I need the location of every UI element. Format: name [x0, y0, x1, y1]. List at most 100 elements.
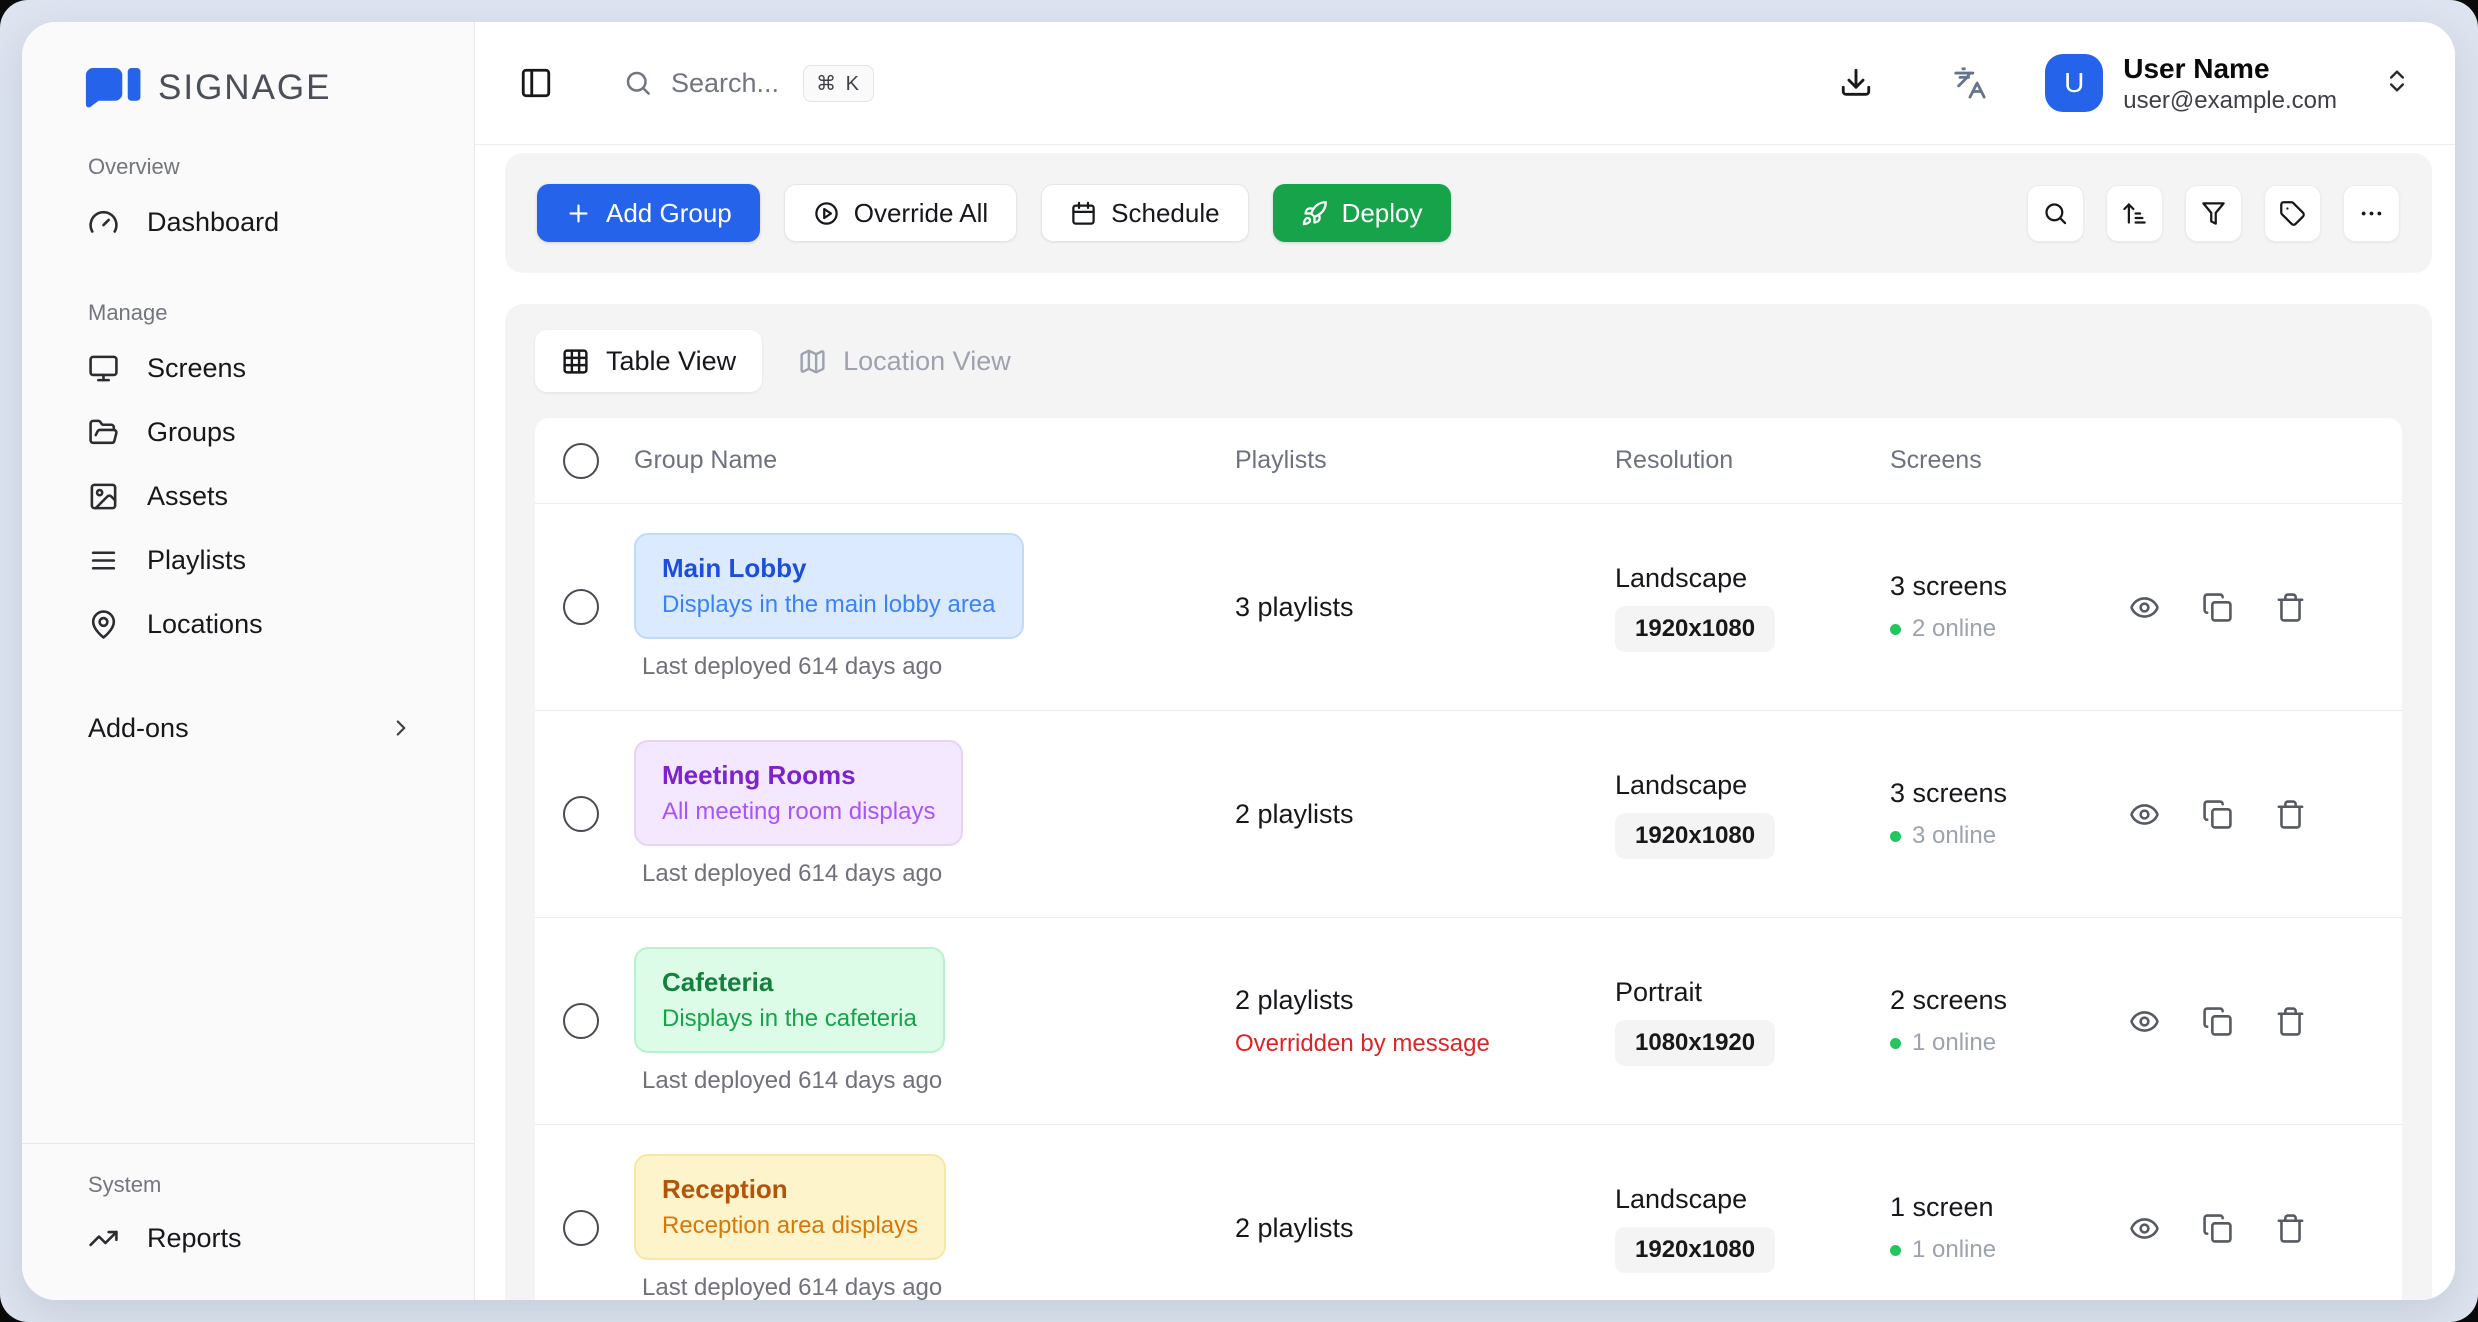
- top-header: Search... ⌘ K U User Name user@example.c…: [475, 22, 2455, 145]
- sidebar-item-groups[interactable]: Groups: [52, 400, 444, 464]
- tag-icon: [2279, 200, 2306, 227]
- resolution-badge: 1080x1920: [1615, 1020, 1775, 1066]
- online-count: 1 online: [1912, 1236, 1996, 1264]
- trending-up-icon: [88, 1223, 119, 1254]
- map-pin-icon: [88, 609, 119, 640]
- group-name-card[interactable]: Main Lobby Displays in the main lobby ar…: [634, 533, 1024, 639]
- group-name-card[interactable]: Reception Reception area displays: [634, 1154, 946, 1260]
- override-all-button[interactable]: Override All: [784, 184, 1017, 242]
- screens-count: 2 screens: [1890, 985, 2125, 1016]
- online-count: 1 online: [1912, 1029, 1996, 1057]
- group-name: Cafeteria: [662, 967, 917, 998]
- view-button[interactable]: [2129, 1213, 2160, 1244]
- delete-button[interactable]: [2275, 1006, 2306, 1037]
- brand-logo: SIGNAGE: [22, 22, 474, 108]
- sidebar-item-assets[interactable]: Assets: [52, 464, 444, 528]
- screens-count: 3 screens: [1890, 571, 2125, 602]
- sidebar-item-addons[interactable]: Add-ons: [52, 696, 444, 760]
- delete-button[interactable]: [2275, 592, 2306, 623]
- group-name-card[interactable]: Cafeteria Displays in the cafeteria: [634, 947, 945, 1053]
- row-actions: [2125, 1213, 2402, 1244]
- language-button[interactable]: [1953, 66, 1987, 100]
- duplicate-button[interactable]: [2202, 1213, 2233, 1244]
- map-icon: [798, 347, 827, 376]
- toolbar-right-icons: [2027, 185, 2400, 242]
- row-actions: [2125, 1006, 2402, 1037]
- deploy-button[interactable]: Deploy: [1273, 184, 1451, 242]
- duplicate-button[interactable]: [2202, 1006, 2233, 1037]
- sidebar-toggle-button[interactable]: [519, 66, 553, 100]
- column-header-group-name: Group Name: [630, 446, 1235, 475]
- delete-button[interactable]: [2275, 1213, 2306, 1244]
- sidebar: SIGNAGE Overview Dashboard Manage Screen…: [22, 22, 475, 1300]
- view-tabs: Table View Location View: [535, 330, 2402, 392]
- section-label-system: System: [88, 1172, 474, 1198]
- online-dot: [1890, 1038, 1901, 1049]
- last-deployed-text: Last deployed 614 days ago: [642, 860, 1235, 888]
- calendar-icon: [1070, 200, 1097, 227]
- delete-button[interactable]: [2275, 799, 2306, 830]
- trash-icon: [2275, 592, 2306, 623]
- table-search-button[interactable]: [2027, 185, 2084, 242]
- online-count: 2 online: [1912, 615, 1996, 643]
- download-icon: [1839, 66, 1873, 100]
- tag-button[interactable]: [2264, 185, 2321, 242]
- table-header-row: Group Name Playlists Resolution Screens: [535, 418, 2402, 504]
- filter-button[interactable]: [2185, 185, 2242, 242]
- sort-button[interactable]: [2106, 185, 2163, 242]
- eye-icon: [2129, 1213, 2160, 1244]
- image-icon: [88, 481, 119, 512]
- sidebar-item-locations[interactable]: Locations: [52, 592, 444, 656]
- languages-icon: [1953, 66, 1987, 100]
- pi-logo-icon: [84, 68, 146, 108]
- play-circle-icon: [813, 200, 840, 227]
- search-placeholder: Search...: [671, 68, 779, 99]
- online-count: 3 online: [1912, 822, 1996, 850]
- orientation: Landscape: [1615, 1184, 1890, 1215]
- more-button[interactable]: [2343, 185, 2400, 242]
- row-checkbox[interactable]: [563, 1210, 599, 1246]
- group-toolbar: Add Group Override All Schedule Deploy: [505, 153, 2432, 273]
- group-name: Meeting Rooms: [662, 760, 935, 791]
- tab-location-view[interactable]: Location View: [772, 330, 1037, 392]
- addons-label: Add-ons: [88, 713, 189, 744]
- search-input[interactable]: Search... ⌘ K: [623, 65, 874, 102]
- resolution-badge: 1920x1080: [1615, 606, 1775, 652]
- search-icon: [2042, 200, 2069, 227]
- sidebar-system-nav: Reports: [22, 1206, 474, 1270]
- table-icon: [561, 347, 590, 376]
- view-button[interactable]: [2129, 1006, 2160, 1037]
- orientation: Landscape: [1615, 563, 1890, 594]
- sidebar-item-reports[interactable]: Reports: [52, 1206, 444, 1270]
- sidebar-item-playlists[interactable]: Playlists: [52, 528, 444, 592]
- select-all-checkbox[interactable]: [563, 443, 599, 479]
- sidebar-item-screens[interactable]: Screens: [52, 336, 444, 400]
- main-area: Search... ⌘ K U User Name user@example.c…: [475, 22, 2455, 1300]
- duplicate-button[interactable]: [2202, 799, 2233, 830]
- copy-icon: [2202, 1213, 2233, 1244]
- column-header-resolution: Resolution: [1615, 446, 1890, 475]
- user-menu[interactable]: U User Name user@example.com: [2045, 51, 2411, 116]
- resolution-badge: 1920x1080: [1615, 1227, 1775, 1273]
- group-description: Reception area displays: [662, 1212, 918, 1240]
- download-button[interactable]: [1839, 66, 1873, 100]
- view-button[interactable]: [2129, 799, 2160, 830]
- row-checkbox[interactable]: [563, 796, 599, 832]
- copy-icon: [2202, 592, 2233, 623]
- search-icon: [623, 68, 653, 98]
- sidebar-item-dashboard[interactable]: Dashboard: [52, 190, 444, 254]
- user-name: User Name: [2123, 51, 2337, 86]
- last-deployed-text: Last deployed 614 days ago: [642, 653, 1235, 681]
- group-name-card[interactable]: Meeting Rooms All meeting room displays: [634, 740, 963, 846]
- add-group-button[interactable]: Add Group: [537, 184, 760, 242]
- row-checkbox[interactable]: [563, 1003, 599, 1039]
- trash-icon: [2275, 799, 2306, 830]
- group-name: Reception: [662, 1174, 918, 1205]
- tab-table-view[interactable]: Table View: [535, 330, 762, 392]
- row-checkbox[interactable]: [563, 589, 599, 625]
- view-button[interactable]: [2129, 592, 2160, 623]
- app-window: SIGNAGE Overview Dashboard Manage Screen…: [22, 22, 2455, 1300]
- duplicate-button[interactable]: [2202, 592, 2233, 623]
- schedule-button[interactable]: Schedule: [1041, 184, 1248, 242]
- copy-icon: [2202, 1006, 2233, 1037]
